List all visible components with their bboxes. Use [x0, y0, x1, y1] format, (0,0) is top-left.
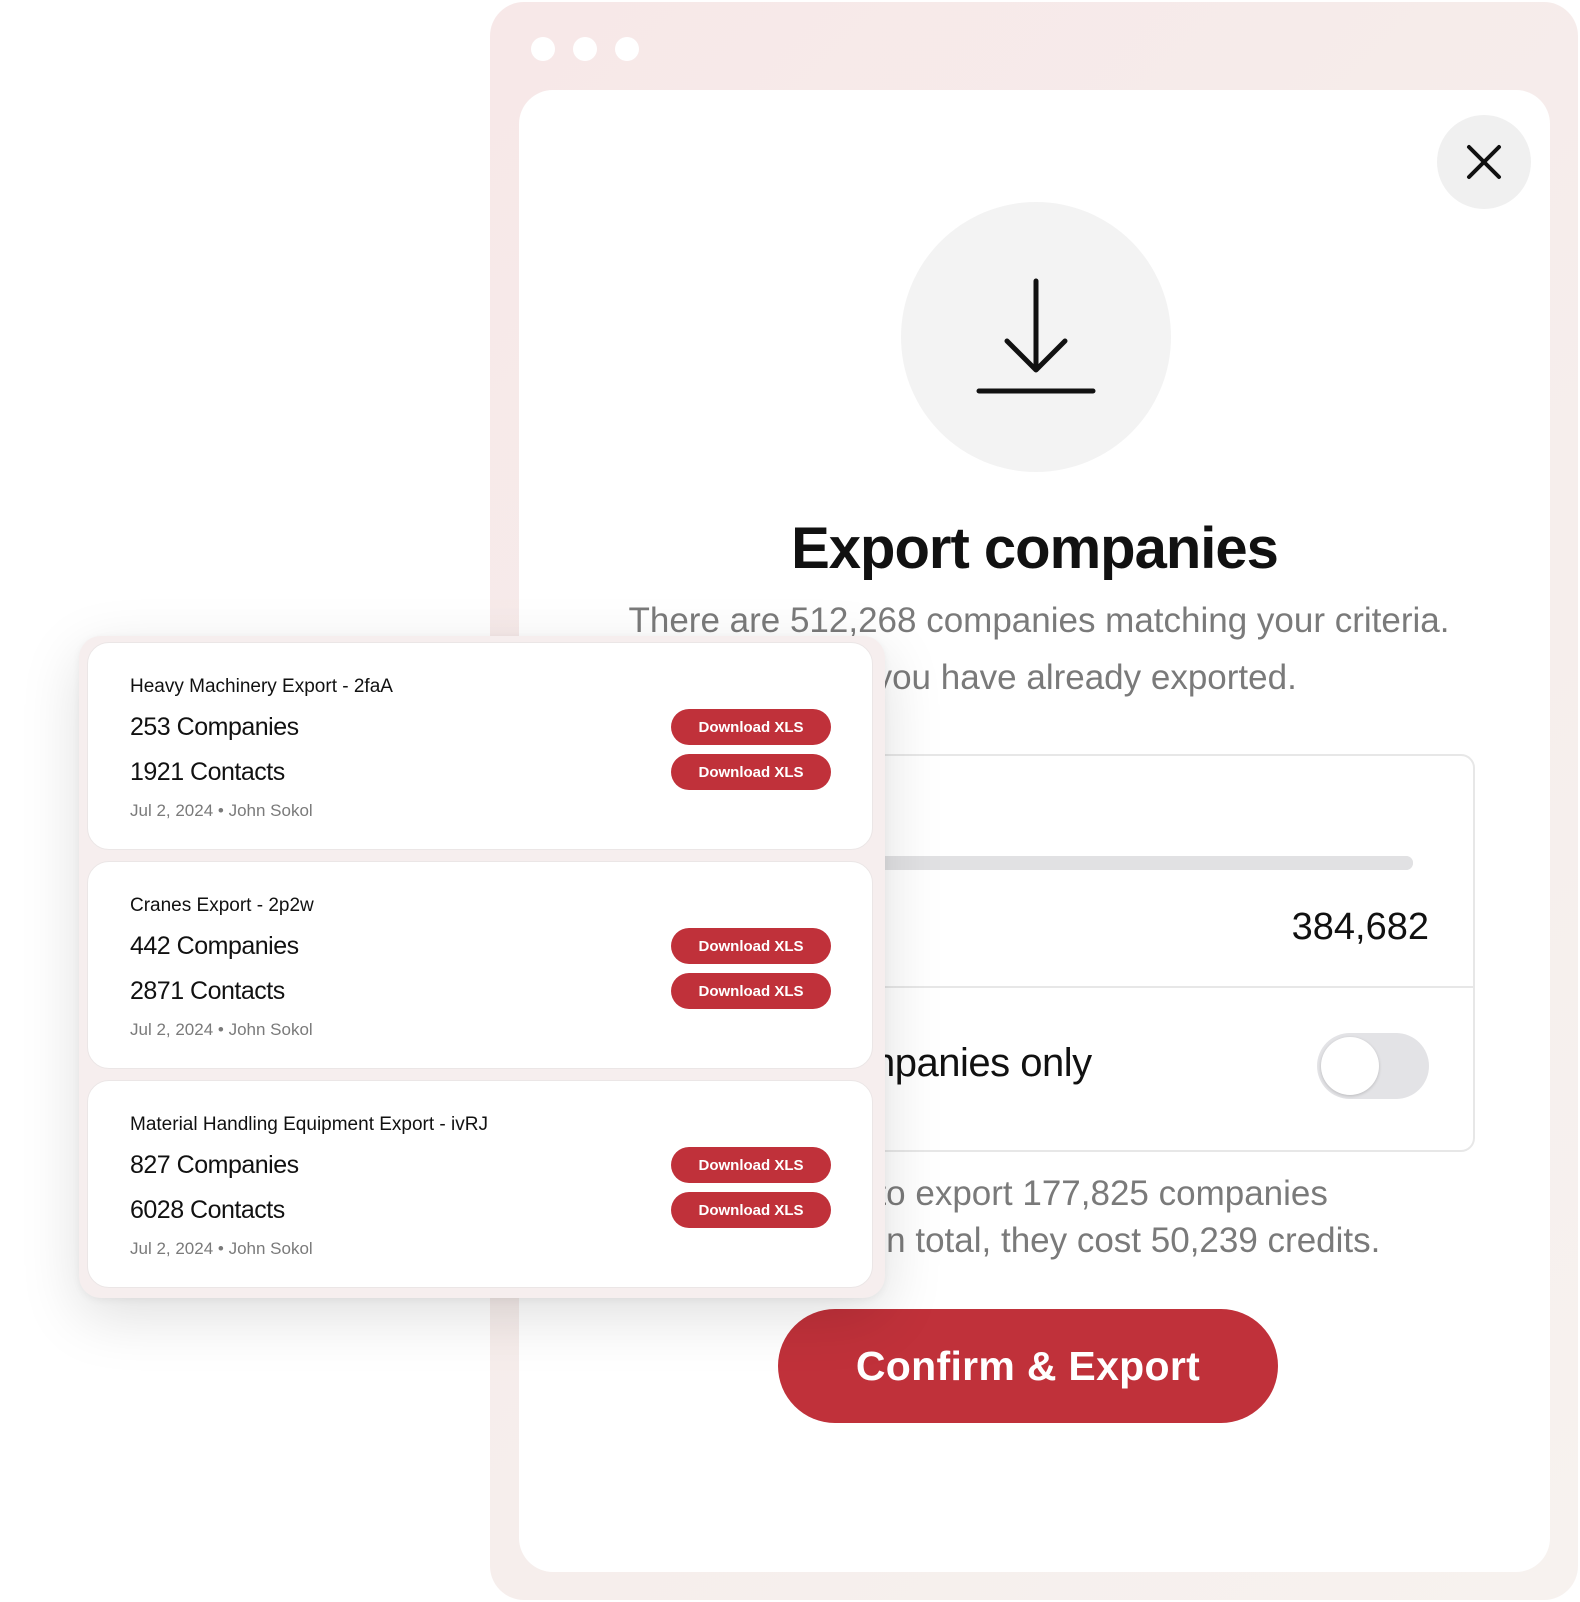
- download-icon: [976, 278, 1096, 394]
- export-card: Material Handling Equipment Export - ivR…: [87, 1080, 873, 1288]
- new-companies-toggle[interactable]: [1317, 1033, 1429, 1099]
- export-summary: t to export 177,825 companies . In total…: [857, 1170, 1457, 1264]
- options-divider: [853, 986, 1473, 988]
- export-meta: Jul 2, 2024 • John Sokol: [130, 801, 313, 820]
- window-dot-1: [531, 37, 555, 61]
- export-companies-count: 442 Companies: [130, 932, 299, 960]
- modal-title: Export companies: [791, 516, 1279, 581]
- close-button[interactable]: [1437, 115, 1531, 209]
- window-controls: [531, 37, 639, 61]
- download-companies-xls-button[interactable]: Download XLS: [671, 709, 831, 745]
- export-progress-bar: [873, 856, 1413, 870]
- export-title: Heavy Machinery Export - 2faA: [130, 676, 393, 697]
- export-progress-fill: [873, 856, 1413, 870]
- toggle-label: npanies only: [873, 1041, 1092, 1085]
- close-icon: [1467, 145, 1501, 179]
- download-companies-xls-button[interactable]: Download XLS: [671, 928, 831, 964]
- export-contacts-count: 6028 Contacts: [130, 1196, 285, 1224]
- download-contacts-xls-button[interactable]: Download XLS: [671, 754, 831, 790]
- export-meta: Jul 2, 2024 • John Sokol: [130, 1020, 313, 1039]
- previous-exports-panel: Heavy Machinery Export - 2faA 253 Compan…: [79, 636, 885, 1298]
- export-meta: Jul 2, 2024 • John Sokol: [130, 1239, 313, 1258]
- download-contacts-xls-button[interactable]: Download XLS: [671, 973, 831, 1009]
- toggle-knob: [1321, 1037, 1379, 1095]
- confirm-export-button[interactable]: Confirm & Export: [778, 1309, 1278, 1423]
- export-contacts-count: 2871 Contacts: [130, 977, 285, 1005]
- download-contacts-xls-button[interactable]: Download XLS: [671, 1192, 831, 1228]
- download-illustration: [901, 202, 1171, 472]
- export-count-value: 384,682: [1291, 906, 1429, 948]
- summary-line-1: t to export 177,825 companies: [857, 1174, 1328, 1213]
- export-card: Heavy Machinery Export - 2faA 253 Compan…: [87, 642, 873, 850]
- download-companies-xls-button[interactable]: Download XLS: [671, 1147, 831, 1183]
- export-options-box: 384,682 npanies only: [851, 754, 1475, 1152]
- window-dot-2: [573, 37, 597, 61]
- export-card: Cranes Export - 2p2w 442 Companies 2871 …: [87, 861, 873, 1069]
- export-companies-count: 253 Companies: [130, 713, 299, 741]
- export-title: Cranes Export - 2p2w: [130, 895, 314, 916]
- summary-line-2: . In total, they cost 50,239 credits.: [857, 1221, 1381, 1260]
- export-contacts-count: 1921 Contacts: [130, 758, 285, 786]
- export-companies-count: 827 Companies: [130, 1151, 299, 1179]
- window-dot-3: [615, 37, 639, 61]
- export-title: Material Handling Equipment Export - ivR…: [130, 1114, 488, 1135]
